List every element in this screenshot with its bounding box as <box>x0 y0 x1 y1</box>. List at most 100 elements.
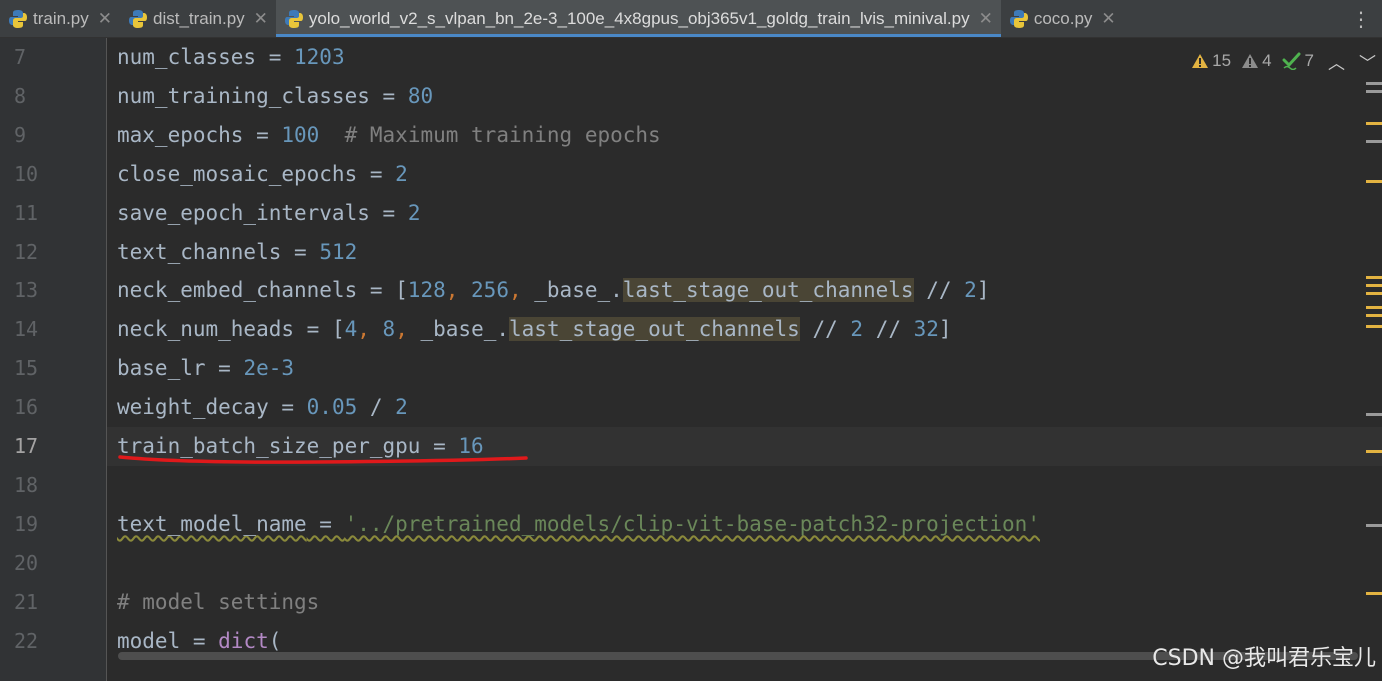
code-line-12[interactable]: text_channels = 512 <box>117 233 357 272</box>
highlighted-attribute: last_stage_out_channels <box>509 317 800 342</box>
tab-train-py[interactable]: train.py ✕ <box>0 0 120 37</box>
chevron-down-icon[interactable]: ﹀ <box>1359 49 1376 74</box>
separator: , <box>508 278 535 303</box>
tab-label: dist_train.py <box>153 8 245 28</box>
operator: = <box>369 200 408 225</box>
line-number: 19 <box>14 511 39 536</box>
scroll-marker[interactable] <box>1366 140 1382 143</box>
number-literal: 4 <box>344 317 358 342</box>
tab-coco-py[interactable]: coco.py ✕ <box>1001 0 1124 37</box>
module-reference: _base_. <box>420 317 510 342</box>
close-icon[interactable]: ✕ <box>98 10 112 27</box>
tab-label: train.py <box>33 8 89 28</box>
scroll-marker[interactable] <box>1366 450 1382 453</box>
number-literal: 2 <box>407 200 421 225</box>
operator: = <box>243 122 282 147</box>
variable: neck_embed_channels <box>117 278 358 303</box>
scroll-marker[interactable] <box>1366 524 1382 527</box>
line-number: 22 <box>14 628 39 653</box>
close-icon[interactable]: ✕ <box>254 10 268 27</box>
variable: save_epoch_intervals <box>117 200 370 225</box>
comment: # Maximum training epochs <box>319 122 661 147</box>
tab-yolo-world-config[interactable]: yolo_world_v2_s_vlpan_bn_2e-3_100e_4x8gp… <box>275 0 1001 37</box>
code-line-7[interactable]: num_classes = 1203 <box>117 38 345 77</box>
operator: // <box>863 317 914 342</box>
builtin-function: dict <box>218 628 269 653</box>
comment: # model settings <box>117 589 320 614</box>
scroll-marker[interactable] <box>1366 325 1382 328</box>
chevron-up-icon[interactable]: ︿ <box>1328 49 1345 74</box>
scroll-marker[interactable] <box>1366 592 1382 595</box>
operator: // <box>799 317 851 342</box>
operator: // <box>913 278 965 303</box>
string-literal: '../pretrained_models/clip-vit-base-patc… <box>344 511 1040 536</box>
scroll-marker[interactable] <box>1366 292 1382 295</box>
separator: , <box>445 278 472 303</box>
typos-count-label: 7 <box>1304 51 1314 70</box>
bracket: ( <box>268 628 282 653</box>
watermark: CSDN @我叫君乐宝儿 <box>1152 646 1376 671</box>
line-number: 21 <box>14 589 39 614</box>
code-line-16[interactable]: weight_decay = 0.05 / 2 <box>117 388 408 427</box>
number-literal: 2e-3 <box>243 356 295 381</box>
editor-tab-bar: train.py ✕ dist_train.py ✕ yolo_world_v2… <box>0 0 1382 38</box>
line-number: 14 <box>14 317 39 342</box>
line-number: 10 <box>14 161 39 186</box>
variable: base_lr <box>117 356 206 381</box>
line-number: 7 <box>14 45 27 69</box>
variable: num_classes <box>117 45 257 69</box>
code-line-19[interactable]: text_model_name = '../pretrained_models/… <box>117 505 1040 544</box>
scroll-marker[interactable] <box>1366 180 1382 183</box>
scroll-marker[interactable] <box>1366 413 1382 416</box>
tab-label: coco.py <box>1033 8 1093 28</box>
code-line-10[interactable]: close_mosaic_epochs = 2 <box>117 155 408 194</box>
separator: , <box>395 317 421 342</box>
module-reference: _base_. <box>534 278 623 303</box>
scroll-marker[interactable] <box>1366 276 1382 279</box>
number-literal: 0.05 <box>306 395 358 420</box>
inspection-widget[interactable]: 15 4 7 ︿ ﹀ <box>1181 48 1376 74</box>
warnings-count-label: 15 <box>1212 51 1232 70</box>
tab-label: yolo_world_v2_s_vlpan_bn_2e-3_100e_4x8gp… <box>308 8 970 28</box>
code-line-9[interactable]: max_epochs = 100 # Maximum training epoc… <box>117 116 661 155</box>
warnings-count[interactable]: 15 <box>1191 51 1231 71</box>
operator: = <box>357 161 396 186</box>
operator: = <box>256 45 295 69</box>
operator: = <box>369 83 408 108</box>
python-file-icon <box>284 9 303 28</box>
line-number: 11 <box>14 200 39 225</box>
code-line-11[interactable]: save_epoch_intervals = 2 <box>117 194 420 233</box>
operator: = <box>205 356 244 381</box>
scroll-marker[interactable] <box>1366 82 1382 85</box>
code-line-8[interactable]: num_training_classes = 80 <box>117 77 433 116</box>
weak-warnings-count[interactable]: 4 <box>1241 51 1272 71</box>
number-literal: 100 <box>281 122 320 147</box>
code-line-14[interactable]: neck_num_heads = [4, 8, _base_.last_stag… <box>117 310 952 349</box>
code-editor[interactable]: num_classes = 1203 num_training_classes … <box>107 38 1382 681</box>
line-number-current: 17 <box>14 434 39 458</box>
code-line-15[interactable]: base_lr = 2e-3 <box>117 349 294 388</box>
more-options-icon[interactable]: ⋮ <box>1350 0 1372 37</box>
number-literal: 2 <box>395 161 408 186</box>
tab-dist-train-py[interactable]: dist_train.py ✕ <box>120 0 276 37</box>
close-icon[interactable]: ✕ <box>1101 10 1115 27</box>
python-file-icon <box>129 9 147 28</box>
scroll-marker[interactable] <box>1366 306 1382 309</box>
typos-count[interactable]: 7 <box>1282 51 1314 71</box>
bracket: ] <box>938 317 952 342</box>
code-line-21[interactable]: # model settings <box>117 583 319 622</box>
operator: = [ <box>357 278 408 303</box>
operator: = <box>268 395 307 420</box>
scroll-marker[interactable] <box>1366 90 1382 93</box>
number-literal: 32 <box>913 317 939 342</box>
number-literal: 80 <box>407 83 434 108</box>
code-line-13[interactable]: neck_embed_channels = [128, 256, _base_.… <box>117 271 989 310</box>
scroll-marker[interactable] <box>1366 314 1382 317</box>
scroll-marker[interactable] <box>1366 284 1382 287</box>
number-literal: 128 <box>407 278 446 303</box>
close-icon[interactable]: ✕ <box>979 10 993 27</box>
variable: max_epochs <box>117 122 244 147</box>
scroll-marker[interactable] <box>1366 122 1382 125</box>
operator: = <box>180 628 219 653</box>
number-literal: 2 <box>850 317 864 342</box>
